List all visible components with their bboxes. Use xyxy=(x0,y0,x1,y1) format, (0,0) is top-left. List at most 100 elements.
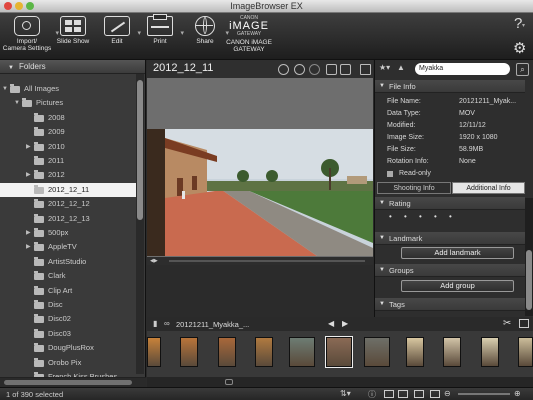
chevron-right-icon[interactable]: ▶ xyxy=(26,240,31,254)
image-viewer[interactable] xyxy=(147,78,373,265)
folder-icon xyxy=(34,156,44,165)
trash-icon[interactable] xyxy=(360,64,371,75)
filmstrip-thumbnail[interactable] xyxy=(255,337,273,367)
folder-item[interactable]: 2011 xyxy=(0,154,136,168)
info-icon[interactable]: ⓘ xyxy=(368,389,376,400)
folder-item[interactable]: ▶ 2012 xyxy=(0,168,136,182)
compare-icon[interactable] xyxy=(326,64,337,75)
search-input[interactable]: Myakka xyxy=(415,63,510,75)
previous-arrow-icon[interactable]: ◀ xyxy=(328,319,334,328)
folder-item[interactable]: ▶ AppleTV xyxy=(0,240,136,254)
tab-shooting-info[interactable]: Shooting Info xyxy=(377,182,451,194)
rating-star-icon[interactable]: • xyxy=(404,212,407,221)
folder-item[interactable]: ArtistStudio xyxy=(0,255,136,269)
chevron-down-icon[interactable]: ▼ xyxy=(2,82,8,96)
chevron-down-icon[interactable]: ▼ xyxy=(14,96,20,110)
rating-star-icon[interactable]: • xyxy=(419,212,422,221)
scroll-thumb[interactable] xyxy=(4,380,132,385)
read-only-checkbox[interactable] xyxy=(387,171,393,177)
folder-item[interactable]: ▶ 500px xyxy=(0,226,136,240)
gear-icon[interactable]: ⚙ xyxy=(513,39,526,57)
filmstrip-thumbnail[interactable] xyxy=(147,337,161,367)
filmstrip-thumbnail[interactable] xyxy=(325,336,353,368)
list-mode-icon[interactable] xyxy=(430,390,440,398)
sort-order-icon[interactable]: ⇅▾ xyxy=(340,389,351,398)
next-arrow-icon[interactable]: ▶ xyxy=(342,319,348,328)
thumbnail-mode-icon[interactable] xyxy=(414,390,424,398)
import-camera-settings-button[interactable]: ▾ Import/ Camera Settings xyxy=(2,16,59,52)
tab-additional-info[interactable]: Additional Info xyxy=(452,182,525,194)
folder-item[interactable]: 2008 xyxy=(0,111,136,125)
filmstrip-thumbnail[interactable] xyxy=(180,337,198,367)
search-icon[interactable]: ⌕ xyxy=(516,63,529,76)
folder-item[interactable]: 2009 xyxy=(0,125,136,139)
folder-item[interactable]: Orobo Pix xyxy=(0,356,136,370)
folder-item[interactable]: DougPlusRox xyxy=(0,341,136,355)
print-button[interactable]: ▾ Print xyxy=(143,14,184,45)
collapse-panel-icon[interactable] xyxy=(519,319,529,328)
multi-view-icon[interactable] xyxy=(340,64,351,75)
rotate-icon[interactable] xyxy=(278,64,289,75)
filmstrip-thumbnail[interactable] xyxy=(218,337,236,367)
folders-header[interactable]: ▼ Folders xyxy=(0,60,145,74)
rating-header[interactable]: ▼ Rating xyxy=(375,197,525,210)
rating-star-icon[interactable]: • xyxy=(434,212,437,221)
folder-label: All Images xyxy=(24,84,60,93)
sidebar-scrollbar[interactable] xyxy=(136,74,144,374)
edit-button[interactable]: ▾ Edit xyxy=(100,16,141,45)
zoom-out-icon[interactable]: ⊖ xyxy=(444,389,451,398)
chevron-right-icon[interactable]: ▶ xyxy=(26,140,31,154)
rotate-left-icon[interactable] xyxy=(294,64,305,75)
folder-item[interactable]: ▶ 2010 xyxy=(0,140,136,154)
chevron-right-icon[interactable]: ▶ xyxy=(26,226,31,240)
zoom-in-icon[interactable]: ⊕ xyxy=(514,389,521,398)
rating-star-icon[interactable]: • xyxy=(449,212,452,221)
scissors-icon[interactable]: ✂ xyxy=(503,318,511,329)
folder-item[interactable]: 2012_12_12 xyxy=(0,197,136,211)
filmstrip-thumbnail[interactable] xyxy=(364,337,390,367)
tags-header[interactable]: ▼ Tags xyxy=(375,298,525,311)
chevron-right-icon[interactable]: ▶ xyxy=(26,168,31,182)
file-info-header[interactable]: ▼ File Info xyxy=(375,80,525,93)
folder-item[interactable]: Clark xyxy=(0,269,136,283)
add-landmark-button[interactable]: Add landmark xyxy=(401,247,514,259)
filmstrip-thumbnail[interactable] xyxy=(406,337,424,367)
filmstrip-thumbnail[interactable] xyxy=(289,337,315,367)
zoom-slider[interactable] xyxy=(458,393,510,395)
folder-item[interactable]: ▼ Pictures xyxy=(0,96,136,110)
link-icon: ∞ xyxy=(164,319,170,328)
folder-item[interactable]: Disc xyxy=(0,298,136,312)
info-key: File Size: xyxy=(387,146,416,153)
folder-label: Pictures xyxy=(36,98,64,108)
slide-show-button[interactable]: Slide Show xyxy=(56,16,90,45)
preview-mode-icon[interactable] xyxy=(398,390,408,398)
info-scrollbar[interactable] xyxy=(525,198,533,316)
filter-icon[interactable]: ★▾ xyxy=(379,63,390,72)
rating-star-icon[interactable]: • xyxy=(389,212,392,221)
folder-item[interactable]: ▼ All Images xyxy=(0,82,136,96)
sidebar-horizontal-scrollbar[interactable] xyxy=(0,377,146,387)
play-icon[interactable]: ◀▶ xyxy=(150,258,158,264)
video-scrubber[interactable] xyxy=(169,260,365,262)
scroll-thumb[interactable] xyxy=(526,250,532,310)
folder-item[interactable]: 2012_12_13 xyxy=(0,212,136,226)
landmark-header[interactable]: ▼ Landmark xyxy=(375,232,525,245)
view-mode-icon[interactable] xyxy=(384,390,394,398)
folder-item[interactable]: Disc03 xyxy=(0,327,136,341)
sort-icon[interactable]: ▲ xyxy=(397,63,405,72)
folder-item[interactable]: 2012_12_11 xyxy=(0,182,136,197)
rotate-right-icon[interactable] xyxy=(309,64,320,75)
filmstrip-scrollbar[interactable] xyxy=(147,377,533,387)
video-control-bar[interactable]: ◀▶ xyxy=(147,257,373,265)
share-button[interactable]: ▾ Share xyxy=(188,16,229,45)
filmstrip-thumbnail[interactable] xyxy=(481,337,499,367)
folder-item[interactable]: Disc02 xyxy=(0,312,136,326)
folder-item[interactable]: Clip Art xyxy=(0,284,136,298)
filmstrip-thumbnail[interactable] xyxy=(443,337,461,367)
scroll-thumb[interactable] xyxy=(225,379,233,385)
scroll-thumb[interactable] xyxy=(137,80,143,220)
filmstrip-thumbnail[interactable] xyxy=(518,337,533,367)
canon-image-gateway-button[interactable]: CANON iMAGE GATEWAY CANON iMAGE GATEWAY xyxy=(225,16,273,54)
groups-header[interactable]: ▼ Groups xyxy=(375,264,525,277)
add-group-button[interactable]: Add group xyxy=(401,280,514,292)
